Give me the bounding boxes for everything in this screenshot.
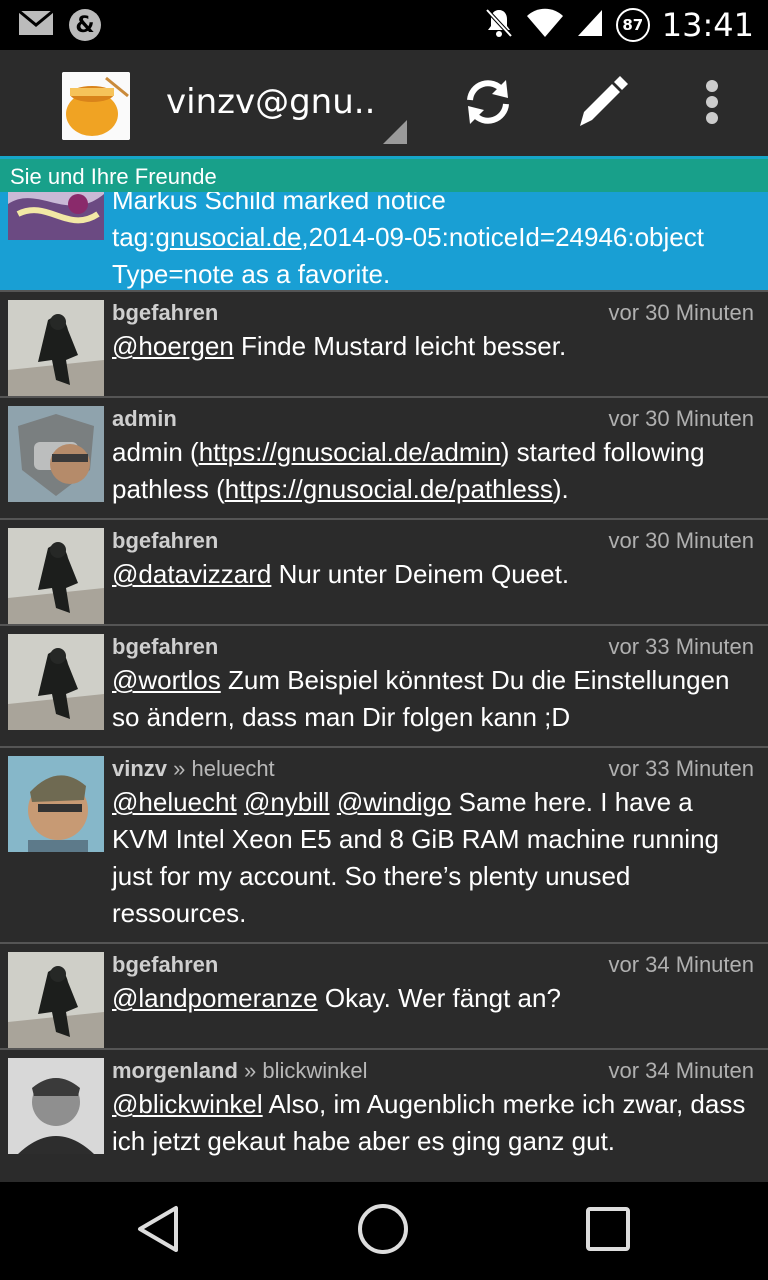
back-button[interactable] bbox=[133, 1206, 183, 1256]
overflow-menu-button[interactable] bbox=[682, 74, 742, 134]
avatar[interactable] bbox=[8, 952, 104, 1048]
svg-text:&: & bbox=[75, 13, 94, 38]
refresh-icon bbox=[462, 76, 514, 132]
notice-text: @wortlos Zum Beispiel könntest Du die Ei… bbox=[112, 665, 730, 732]
action-bar: vinzv@gnu.. bbox=[0, 50, 768, 158]
compose-button[interactable] bbox=[570, 74, 630, 134]
notice-time: vor 30 Minuten bbox=[608, 406, 754, 431]
notice-time: vor 33 Minuten bbox=[608, 634, 754, 659]
status-bar: & 87 13:41 bbox=[0, 0, 768, 50]
mail-icon bbox=[18, 8, 54, 46]
notice-text: @blickwinkel Also, im Augenblich merke i… bbox=[112, 1089, 746, 1156]
notice-author[interactable]: morgenland bbox=[112, 1058, 238, 1083]
mention-link[interactable]: @blickwinkel bbox=[112, 1089, 263, 1119]
avatar[interactable] bbox=[8, 528, 104, 624]
mention-link[interactable]: @datavizzard bbox=[112, 559, 271, 589]
clock: 13:41 bbox=[661, 6, 754, 44]
mention-link[interactable]: @windigo bbox=[337, 787, 452, 817]
account-spinner[interactable]: vinzv@gnu.. bbox=[166, 82, 375, 122]
notice-item[interactable]: vinzv » heluecht vor 33 Minuten @heluecht… bbox=[0, 746, 768, 942]
recents-square-icon bbox=[585, 1206, 631, 1256]
mention-link[interactable]: @landpomeranze bbox=[112, 983, 318, 1013]
navigation-bar bbox=[0, 1182, 768, 1280]
mention-link[interactable]: @hoergen bbox=[112, 331, 234, 361]
avatar[interactable] bbox=[8, 406, 104, 502]
notice-text: @datavizzard Nur unter Deinem Queet. bbox=[112, 559, 570, 589]
notice-item[interactable]: admin vor 30 Minuten admin (https://gnuso… bbox=[0, 396, 768, 518]
notice-author[interactable]: bgefahren bbox=[112, 298, 218, 328]
back-triangle-icon bbox=[134, 1204, 182, 1258]
app-notification-icon: & bbox=[68, 8, 102, 46]
notice-text: admin (https://gnusocial.de/admin) start… bbox=[112, 437, 705, 504]
avatar[interactable] bbox=[8, 300, 104, 396]
notice-link[interactable]: gnusocial.de bbox=[155, 222, 301, 252]
avatar[interactable] bbox=[8, 192, 104, 240]
notice-item[interactable]: bgefahren vor 34 Minuten @landpomeranze O… bbox=[0, 942, 768, 1048]
signal-icon bbox=[576, 8, 604, 42]
notice-text: @heluecht @nybill @windigo Same here. I … bbox=[112, 787, 719, 928]
profile-link[interactable]: https://gnusocial.de/admin bbox=[199, 437, 501, 467]
recents-button[interactable] bbox=[583, 1206, 633, 1256]
battery-level-badge: 87 bbox=[615, 8, 650, 42]
avatar[interactable] bbox=[8, 1058, 104, 1154]
notice-time: vor 30 Minuten bbox=[608, 528, 754, 553]
reply-to[interactable]: » blickwinkel bbox=[238, 1058, 368, 1083]
notice-text: @hoergen Finde Mustard leicht besser. bbox=[112, 331, 567, 361]
mention-link[interactable]: @wortlos bbox=[112, 665, 221, 695]
notice-time: vor 34 Minuten bbox=[608, 952, 754, 977]
notice-author[interactable]: bgefahren bbox=[112, 632, 218, 662]
notice-author[interactable]: admin bbox=[112, 404, 177, 434]
notice-text: @landpomeranze Okay. Wer fängt an? bbox=[112, 983, 561, 1013]
notice-item[interactable]: morgenland » blickwinkel vor 34 Minuten @… bbox=[0, 1048, 768, 1170]
notice-time: vor 34 Minuten bbox=[608, 1058, 754, 1083]
wifi-icon bbox=[526, 8, 564, 42]
timeline-list[interactable]: Markus Schild marked notice tag:gnusocia… bbox=[0, 192, 768, 1182]
pencil-icon bbox=[572, 74, 628, 134]
avatar[interactable] bbox=[8, 634, 104, 730]
reply-to[interactable]: » heluecht bbox=[167, 756, 275, 781]
highlighted-notice[interactable]: Markus Schild marked notice tag:gnusocia… bbox=[0, 192, 768, 290]
notice-text: Markus Schild marked notice tag:gnusocia… bbox=[112, 192, 704, 289]
notice-time: vor 30 Minuten bbox=[608, 300, 754, 325]
notice-author[interactable]: bgefahren bbox=[112, 950, 218, 980]
profile-link[interactable]: https://gnusocial.de/pathless bbox=[225, 474, 553, 504]
notice-item[interactable]: bgefahren vor 33 Minuten @wortlos Zum Bei… bbox=[0, 624, 768, 746]
refresh-button[interactable] bbox=[458, 74, 518, 134]
notifications-muted-icon bbox=[484, 7, 514, 43]
mention-link[interactable]: @heluecht bbox=[112, 787, 237, 817]
notice-item[interactable]: bgefahren vor 30 Minuten @hoergen Finde M… bbox=[0, 290, 768, 396]
notice-item[interactable]: bgefahren vor 30 Minuten @datavizzard Nur… bbox=[0, 518, 768, 624]
spinner-arrow-icon bbox=[383, 120, 407, 144]
home-button[interactable] bbox=[357, 1203, 409, 1259]
avatar[interactable] bbox=[8, 756, 104, 852]
timeline-title: Sie und Ihre Freunde bbox=[0, 159, 768, 192]
mention-link[interactable]: @nybill bbox=[244, 787, 330, 817]
notice-author[interactable]: bgefahren bbox=[112, 526, 218, 556]
notice-time: vor 33 Minuten bbox=[608, 756, 754, 781]
home-circle-icon bbox=[357, 1203, 409, 1259]
app-logo-icon[interactable] bbox=[62, 72, 130, 140]
notice-author[interactable]: vinzv bbox=[112, 756, 167, 781]
more-vertical-icon bbox=[705, 80, 719, 128]
